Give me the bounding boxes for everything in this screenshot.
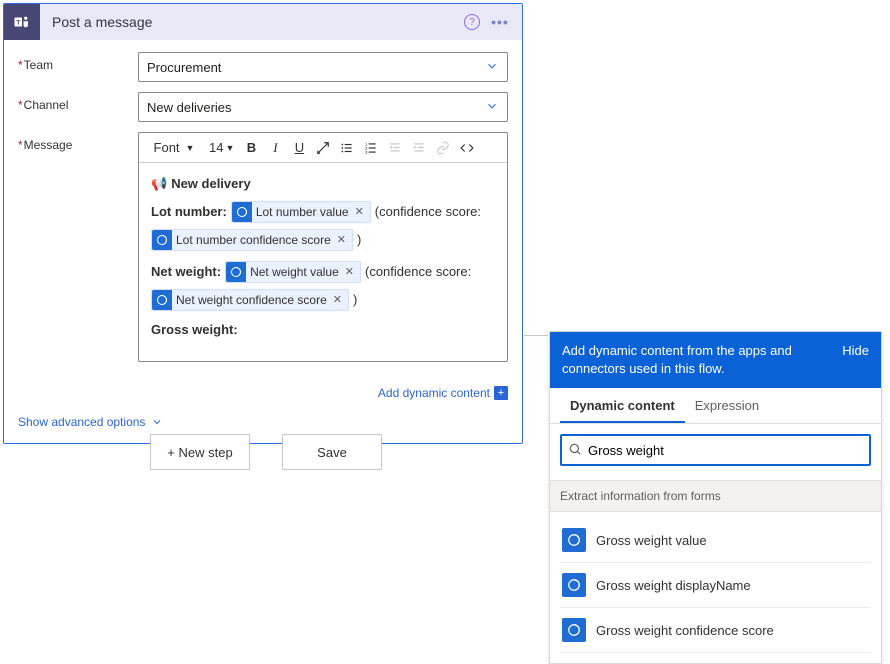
- search-box[interactable]: [560, 434, 871, 466]
- ai-builder-icon: [562, 573, 586, 597]
- plus-icon[interactable]: +: [494, 386, 508, 400]
- remove-token-icon[interactable]: ✕: [335, 229, 348, 251]
- remove-token-icon[interactable]: ✕: [343, 261, 356, 283]
- result-section-header: Extract information from forms: [550, 480, 881, 512]
- caret-down-icon: ▼: [225, 143, 234, 153]
- search-icon: [568, 442, 582, 459]
- heading-line: 📢 New delivery: [151, 173, 495, 195]
- plain-text: (confidence score:: [375, 201, 481, 223]
- line-lot-number-conf: Lot number confidence score ✕ ): [151, 229, 495, 251]
- line-net-weight-conf: Net weight confidence score ✕ ): [151, 289, 495, 311]
- new-step-button[interactable]: + New step: [150, 434, 250, 470]
- svg-text:3: 3: [366, 149, 369, 154]
- search-input[interactable]: [588, 443, 863, 458]
- row-team: *Team Procurement: [18, 52, 508, 82]
- more-button[interactable]: •••: [488, 10, 512, 34]
- line-net-weight: Net weight: Net weight value ✕ (confiden…: [151, 261, 495, 283]
- ai-builder-icon: [152, 230, 172, 250]
- label-channel: *Channel: [18, 92, 138, 112]
- teams-icon: T: [4, 4, 40, 40]
- line-gross-weight: Gross weight:: [151, 319, 495, 341]
- italic-button[interactable]: I: [264, 136, 286, 160]
- font-dropdown[interactable]: Font▼: [143, 136, 203, 160]
- bullet-list-button[interactable]: [336, 136, 358, 160]
- gross-weight-label: Gross weight:: [151, 319, 238, 341]
- panel-connector: [524, 335, 548, 336]
- font-size-dropdown[interactable]: 14▼: [205, 136, 238, 160]
- card-header-actions: ? •••: [460, 10, 516, 34]
- bold-button[interactable]: B: [240, 136, 262, 160]
- token-net-weight-value[interactable]: Net weight value ✕: [225, 261, 361, 283]
- dynamic-content-panel: Add dynamic content from the apps and co…: [549, 331, 882, 664]
- numbered-list-button[interactable]: 123: [360, 136, 382, 160]
- code-view-button[interactable]: [456, 136, 478, 160]
- token-net-weight-confidence[interactable]: Net weight confidence score ✕: [151, 289, 349, 311]
- save-button[interactable]: Save: [282, 434, 382, 470]
- remove-token-icon[interactable]: ✕: [353, 201, 366, 223]
- help-icon: ?: [464, 14, 480, 30]
- lot-number-label: Lot number:: [151, 201, 227, 223]
- megaphone-icon: 📢: [151, 173, 167, 195]
- dynamic-content-link-row: Add dynamic content +: [4, 382, 522, 406]
- result-item[interactable]: Gross weight confidence score: [560, 608, 871, 653]
- row-message: *Message Font▼ 14▼ B I U 123: [18, 132, 508, 362]
- result-item[interactable]: Gross weight displayName: [560, 563, 871, 608]
- plain-text: ): [353, 289, 357, 311]
- panel-header-text: Add dynamic content from the apps and co…: [562, 342, 832, 378]
- editor-toolbar: Font▼ 14▼ B I U 123: [139, 133, 507, 163]
- label-team: *Team: [18, 52, 138, 72]
- line-lot-number: Lot number: Lot number value ✕ (confiden…: [151, 201, 495, 223]
- action-card: T Post a message ? ••• *Team Procurement…: [3, 3, 523, 444]
- chevron-down-icon: [485, 99, 499, 116]
- ai-builder-icon: [226, 262, 246, 282]
- editor-body[interactable]: 📢 New delivery Lot number: Lot number va…: [139, 163, 507, 361]
- form-area: *Team Procurement *Channel New deliverie…: [4, 40, 522, 382]
- chevron-down-icon: [151, 416, 163, 428]
- result-label: Gross weight displayName: [596, 578, 751, 593]
- channel-select[interactable]: New deliveries: [138, 92, 508, 122]
- panel-header: Add dynamic content from the apps and co…: [550, 332, 881, 388]
- help-button[interactable]: ?: [460, 10, 484, 34]
- heading-text: New delivery: [171, 173, 251, 195]
- underline-button[interactable]: U: [288, 136, 310, 160]
- card-header: T Post a message ? •••: [4, 4, 522, 40]
- plain-text: ): [357, 229, 361, 251]
- team-select[interactable]: Procurement: [138, 52, 508, 82]
- card-title: Post a message: [40, 14, 460, 30]
- net-weight-label: Net weight:: [151, 261, 221, 283]
- row-channel: *Channel New deliveries: [18, 92, 508, 122]
- team-select-value: Procurement: [147, 60, 221, 75]
- indent-button[interactable]: [408, 136, 430, 160]
- tab-dynamic-content[interactable]: Dynamic content: [560, 388, 685, 423]
- link-button[interactable]: [432, 136, 454, 160]
- result-item[interactable]: Gross weight value: [560, 518, 871, 563]
- chevron-down-icon: [485, 59, 499, 76]
- ai-builder-icon: [562, 618, 586, 642]
- format-painter-button[interactable]: [312, 136, 334, 160]
- ai-builder-icon: [152, 290, 172, 310]
- bottom-buttons: + New step Save: [150, 434, 382, 470]
- channel-select-value: New deliveries: [147, 100, 232, 115]
- rich-text-editor: Font▼ 14▼ B I U 123: [138, 132, 508, 362]
- token-lot-number-confidence[interactable]: Lot number confidence score ✕: [151, 229, 353, 251]
- result-label: Gross weight confidence score: [596, 623, 774, 638]
- ai-builder-icon: [562, 528, 586, 552]
- remove-token-icon[interactable]: ✕: [331, 289, 344, 311]
- add-dynamic-content-link[interactable]: Add dynamic content: [378, 386, 490, 400]
- token-lot-number-value[interactable]: Lot number value ✕: [231, 201, 371, 223]
- tab-expression[interactable]: Expression: [685, 388, 769, 423]
- ai-builder-icon: [232, 202, 252, 222]
- ellipsis-icon: •••: [491, 14, 509, 30]
- hide-panel-link[interactable]: Hide: [842, 342, 869, 360]
- result-label: Gross weight value: [596, 533, 707, 548]
- caret-down-icon: ▼: [186, 143, 195, 153]
- panel-body: Extract information from forms Gross wei…: [550, 424, 881, 663]
- plain-text: (confidence score:: [365, 261, 471, 283]
- outdent-button[interactable]: [384, 136, 406, 160]
- show-advanced-options-link[interactable]: Show advanced options: [18, 415, 163, 429]
- panel-tabs: Dynamic content Expression: [550, 388, 881, 424]
- label-message: *Message: [18, 132, 138, 152]
